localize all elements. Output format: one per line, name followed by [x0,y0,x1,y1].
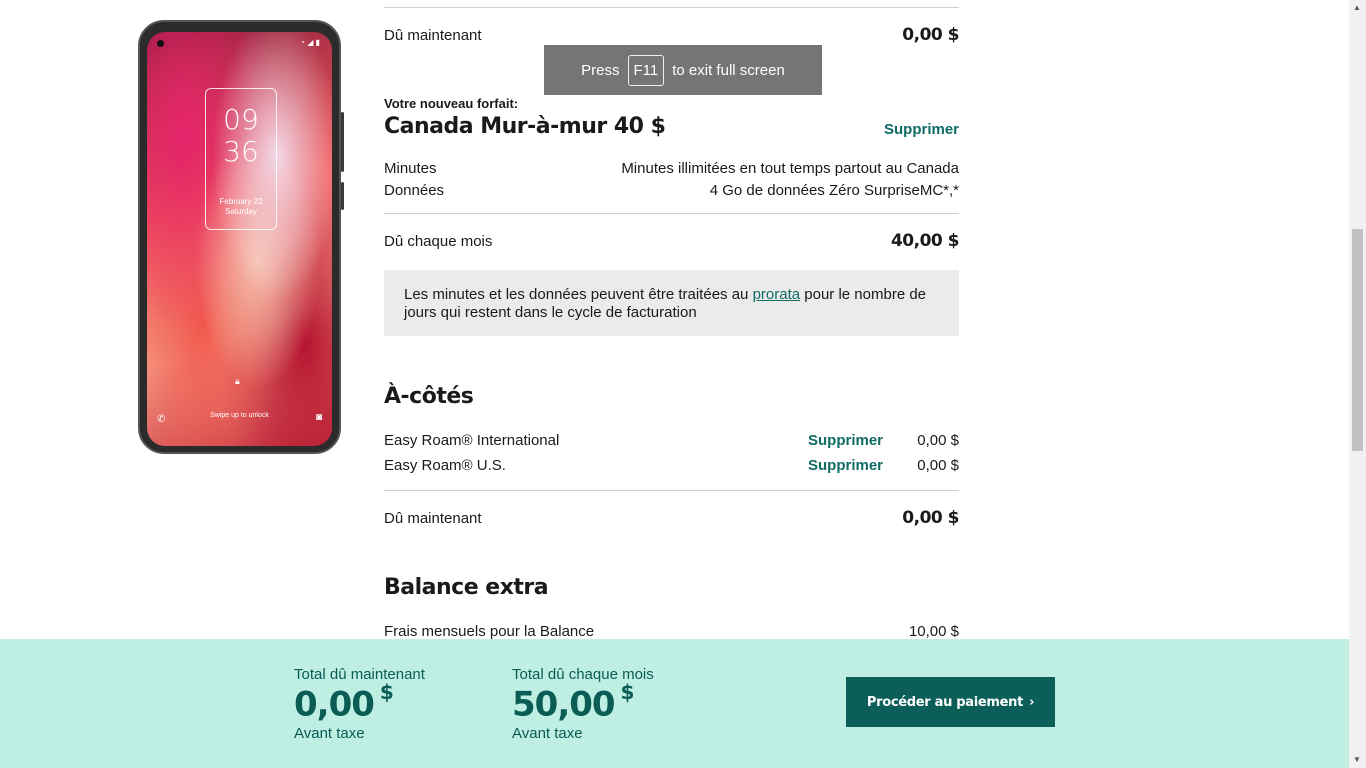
addon-name: Easy Roam® U.S. [384,457,506,474]
clock-minute: 36 [223,135,259,168]
plan-name: Canada Mur-à-mur 40 $ [384,114,666,139]
scroll-thumb[interactable] [1352,229,1363,451]
addon-price: 0,00 $ [917,432,959,449]
addon-name: Easy Roam® International [384,432,560,449]
clock-date: February 22 Saturday [206,197,276,217]
f11-key: F11 [627,54,665,86]
due-now-label: Dû maintenant [384,27,482,44]
total-now-amount: 0,00 $ [294,680,394,725]
total-now-note: Avant taxe [294,725,365,742]
remove-plan-button[interactable]: Supprimer [884,121,959,138]
plan-kicker: Votre nouveau forfait: [384,96,519,111]
balance-title: Balance extra [384,575,549,600]
clock-date-text: February 22 [219,197,263,206]
status-icons: ◔ ◢ ▮ [300,38,320,47]
prorata-link[interactable]: prorata [753,286,801,303]
clock-hour: 09 [223,103,259,136]
total-now-value: 0,00 [294,684,375,725]
fullscreen-press-text: Press [581,61,620,79]
addon-price: 0,00 $ [917,457,959,474]
lockscreen-clock: 09 36 February 22 Saturday [205,88,277,230]
divider [384,213,959,214]
balance-fee-value: 10,00 $ [908,623,959,640]
total-monthly-value: 50,00 [512,684,616,725]
swipe-hint: Swipe up to unlock [210,412,269,419]
prorata-note-text: Les minutes et les données peuvent être … [404,286,749,303]
remove-addon-button[interactable]: Supprimer [808,457,883,474]
data-value: 4 Go de données Zéro SurpriseMC*,* [709,182,959,199]
total-monthly-note: Avant taxe [512,725,583,742]
chevron-right-icon: › [1029,694,1035,710]
due-now-value: 0,00 $ [902,25,959,45]
clock-day-text: Saturday [224,207,258,216]
data-label: Données [384,182,445,199]
phone-side-button [341,182,344,210]
vertical-scrollbar[interactable]: ▲ ▼ [1349,0,1366,768]
minutes-value: Minutes illimitées en tout temps partout… [621,160,959,177]
addons-due-label: Dû maintenant [384,510,482,527]
fullscreen-suffix-text: to exit full screen [672,61,785,79]
phone-side-button [341,112,344,172]
remove-addon-button[interactable]: Supprimer [808,432,883,449]
phone-screen: ◔ ◢ ▮ 09 36 February 22 Saturday 🔒︎ ✆ Sw… [147,32,332,446]
total-now-label: Total dû maintenant [294,666,425,683]
minutes-label: Minutes [384,160,437,177]
monthly-due-label: Dû chaque mois [384,233,493,250]
scroll-down-icon[interactable]: ▼ [1353,755,1361,764]
scroll-up-icon[interactable]: ▲ [1353,3,1361,12]
phone-image: ◔ ◢ ▮ 09 36 February 22 Saturday 🔒︎ ✆ Sw… [138,20,344,454]
addons-title: À-côtés [384,384,474,409]
fullscreen-notice: Press F11 to exit full screen [544,45,822,95]
balance-fee-label: Frais mensuels pour la Balance [384,623,595,640]
addons-due-value: 0,00 $ [902,508,959,528]
total-monthly-amount: 50,00 $ [512,680,634,725]
total-monthly-currency: $ [620,680,635,704]
prorata-note: Les minutes et les données peuvent être … [384,270,959,336]
totals-footer: Total dû maintenant 0,00 $ Avant taxe Tot… [0,639,1349,768]
proceed-to-payment-button[interactable]: Procéder au paiement › [846,677,1055,727]
front-camera [157,40,164,47]
camera-icon: ◙ [315,412,322,423]
proceed-to-payment-label: Procéder au paiement [866,694,1024,710]
lock-icon: 🔒︎ [235,376,240,386]
divider [384,490,959,491]
monthly-due-value: 40,00 $ [890,231,960,251]
divider [384,7,959,8]
total-now-currency: $ [379,680,394,704]
